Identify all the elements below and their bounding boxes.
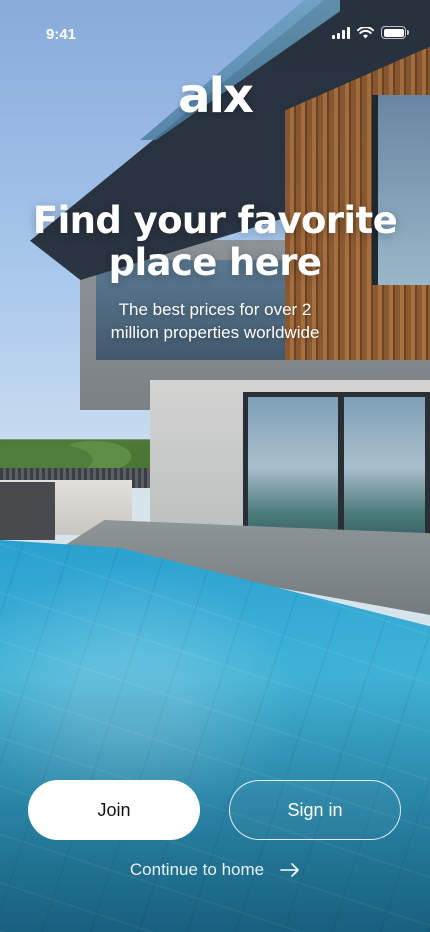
sign-in-button-label: Sign in: [287, 799, 343, 820]
subtitle-line-1: The best prices for over 2: [118, 300, 312, 319]
arrow-right-icon: [280, 863, 299, 877]
continue-to-home-link[interactable]: Continue to home: [0, 860, 430, 880]
continue-label: Continue to home: [129, 860, 265, 879]
headline-line-1: Find your favorite: [32, 199, 398, 242]
subtitle: The best prices for over 2 million prope…: [85, 298, 345, 345]
subtitle-line-2: million properties worldwide: [110, 323, 320, 343]
status-time: 9:41: [46, 26, 77, 43]
brand-logo: alx: [178, 68, 254, 124]
join-button[interactable]: Join: [28, 780, 200, 840]
sign-in-button[interactable]: Sign in: [229, 780, 401, 840]
join-button-label: Join: [97, 799, 131, 820]
status-bar: 9:41: [0, 0, 430, 60]
wifi-icon: [357, 26, 374, 38]
headline-line-2: place here: [108, 240, 322, 284]
status-icons: [332, 26, 409, 39]
battery-icon: [381, 26, 409, 39]
signal-icon: [332, 26, 350, 39]
page-title: Find your favorite place here: [0, 200, 430, 284]
